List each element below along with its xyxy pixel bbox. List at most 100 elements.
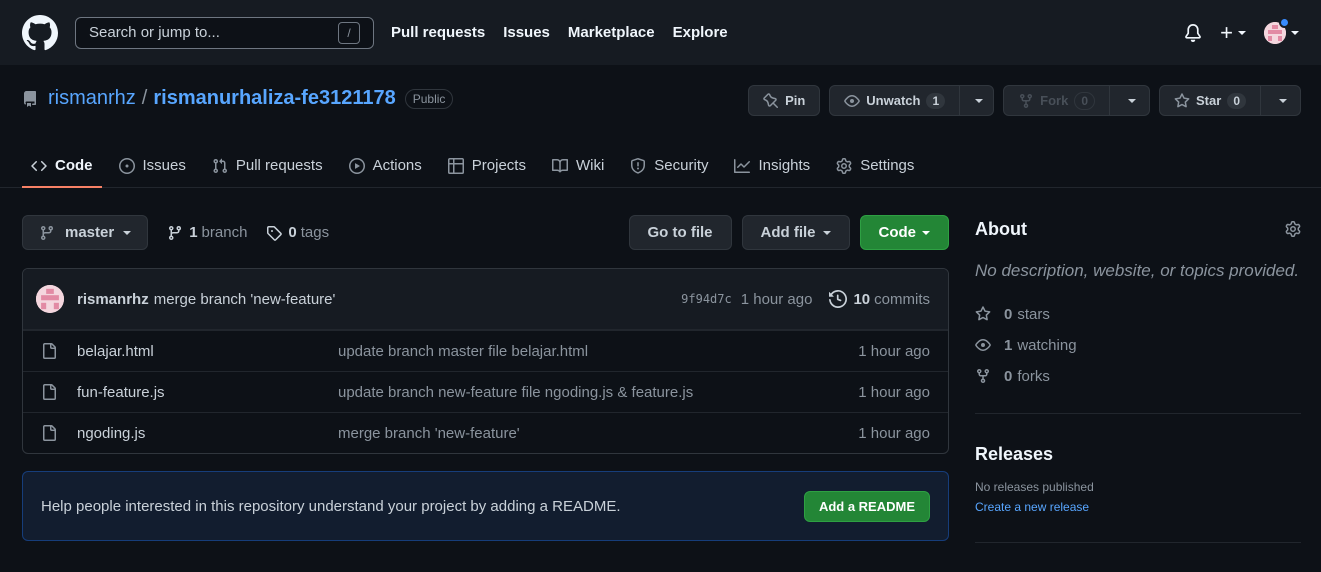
tab-issues[interactable]: Issues <box>110 145 195 188</box>
code-label: Code <box>878 224 917 241</box>
divider <box>975 542 1301 543</box>
stars-link[interactable]: 0 stars <box>975 305 1301 323</box>
tab-code[interactable]: Code <box>22 145 102 188</box>
fork-dropdown-button[interactable] <box>1110 85 1151 116</box>
search-placeholder: Search or jump to... <box>89 24 220 41</box>
releases-heading[interactable]: Releases <box>975 440 1301 468</box>
repo-header: rismanrhz / rismanurhaliza-fe3121178 Pub… <box>0 65 1321 188</box>
about-sidebar: About No description, website, or topics… <box>975 215 1301 543</box>
create-release-link[interactable]: Create a new release <box>975 500 1301 514</box>
branches-link[interactable]: 1 branch <box>167 224 247 241</box>
tab-actions[interactable]: Actions <box>340 145 431 188</box>
gear-icon <box>836 157 852 174</box>
watching-count: 1 <box>1004 336 1013 354</box>
stars-word: stars <box>1017 305 1050 323</box>
tab-security[interactable]: Security <box>621 145 717 188</box>
repo-actions: Pin Unwatch 1 Fork 0 Star 0 <box>748 85 1301 116</box>
book-icon <box>551 158 568 172</box>
plus-icon: + <box>1220 19 1233 45</box>
commits-link[interactable]: 10 commits <box>829 290 930 308</box>
branch-select-button[interactable]: master <box>22 215 149 250</box>
star-button[interactable]: Star 0 <box>1159 85 1261 116</box>
github-logo-icon[interactable] <box>22 14 58 51</box>
nav-pull-requests[interactable]: Pull requests <box>391 24 485 41</box>
tab-pull-requests[interactable]: Pull requests <box>203 145 332 188</box>
tab-label: Settings <box>860 157 915 174</box>
about-title: About <box>975 218 1027 239</box>
tab-insights[interactable]: Insights <box>725 145 819 188</box>
tab-label: Code <box>55 157 93 174</box>
file-list: rismanrhz merge branch 'new-feature' 9f9… <box>22 268 949 454</box>
commit-sha[interactable]: 9f94d7c <box>681 292 732 306</box>
file-time: 1 hour ago <box>858 424 930 442</box>
repo-owner-link[interactable]: rismanrhz <box>48 87 136 110</box>
chevron-down-icon <box>1291 30 1299 35</box>
star-dropdown-button[interactable] <box>1261 85 1301 116</box>
add-file-button[interactable]: Add file <box>741 215 850 250</box>
file-icon <box>43 384 56 400</box>
tags-link[interactable]: 0 tags <box>266 224 329 241</box>
file-name[interactable]: ngoding.js <box>77 425 338 442</box>
nav-explore[interactable]: Explore <box>673 24 728 41</box>
bell-icon[interactable] <box>1184 23 1202 42</box>
table-row: ngoding.js merge branch 'new-feature' 1 … <box>23 412 948 453</box>
table-row: fun-feature.js update branch new-feature… <box>23 371 948 412</box>
issue-icon <box>118 157 135 174</box>
readme-prompt-text: Help people interested in this repositor… <box>41 497 621 515</box>
chevron-down-icon <box>975 98 984 103</box>
branch-icon <box>40 225 53 240</box>
chevron-down-icon <box>1238 30 1246 35</box>
file-commit-message[interactable]: update branch new-feature file ngoding.j… <box>338 384 693 401</box>
repo-title: rismanrhz / rismanurhaliza-fe3121178 Pub… <box>22 87 454 110</box>
tab-label: Issues <box>142 157 186 174</box>
search-input[interactable]: Search or jump to... / <box>75 16 374 49</box>
code-button[interactable]: Code <box>859 215 949 250</box>
forks-count: 0 <box>1004 367 1013 385</box>
pull-request-icon <box>213 158 227 173</box>
file-time: 1 hour ago <box>858 342 930 360</box>
file-name[interactable]: belajar.html <box>77 343 338 360</box>
watch-counter: 1 <box>926 92 946 109</box>
file-icon <box>43 343 56 359</box>
commit-message[interactable]: merge branch 'new-feature' <box>154 291 336 308</box>
header-actions: + <box>1184 16 1299 45</box>
create-new-dropdown[interactable]: + <box>1220 19 1246 45</box>
watchers-link[interactable]: 1 watching <box>975 336 1301 354</box>
code-icon <box>31 160 47 171</box>
file-commit-message[interactable]: update branch master file belajar.html <box>338 343 588 360</box>
tag-icon <box>267 225 283 241</box>
watch-dropdown-button[interactable] <box>960 85 995 116</box>
fork-counter: 0 <box>1074 91 1096 110</box>
shield-icon <box>631 157 646 174</box>
repo-content: master 1 branch 0 tags Go to file Add fi… <box>22 215 949 541</box>
add-readme-button[interactable]: Add a README <box>803 490 930 522</box>
eye-icon <box>975 339 991 351</box>
file-navigation: master 1 branch 0 tags Go to file Add fi… <box>22 215 949 250</box>
repo-name-link[interactable]: rismanurhaliza-fe3121178 <box>153 87 395 110</box>
unwatch-button[interactable]: Unwatch 1 <box>829 85 961 116</box>
tab-projects[interactable]: Projects <box>439 145 535 188</box>
file-commit-message[interactable]: merge branch 'new-feature' <box>338 425 520 442</box>
go-to-file-button[interactable]: Go to file <box>628 215 732 250</box>
fork-button[interactable]: Fork 0 <box>1003 85 1111 116</box>
nav-issues[interactable]: Issues <box>503 24 550 41</box>
file-name[interactable]: fun-feature.js <box>77 384 338 401</box>
no-releases-text: No releases published <box>975 480 1094 494</box>
file-icon <box>43 425 56 441</box>
avatar[interactable] <box>36 285 64 313</box>
tab-label: Insights <box>758 157 811 174</box>
nav-marketplace[interactable]: Marketplace <box>568 24 655 41</box>
tab-settings[interactable]: Settings <box>827 145 923 188</box>
pin-button[interactable]: Pin <box>748 85 821 116</box>
tab-label: Wiki <box>575 157 605 174</box>
commit-author[interactable]: rismanrhz <box>77 291 149 308</box>
tab-label: Actions <box>372 157 422 174</box>
fork-label: Fork <box>1040 93 1069 108</box>
branch-count: 1 <box>189 224 198 241</box>
user-menu[interactable] <box>1264 16 1299 44</box>
tab-wiki[interactable]: Wiki <box>543 145 613 188</box>
unwatch-label: Unwatch <box>866 93 921 108</box>
forks-link[interactable]: 0 forks <box>975 367 1301 385</box>
gear-icon[interactable] <box>1285 221 1301 237</box>
branch-word: branch <box>201 224 248 241</box>
